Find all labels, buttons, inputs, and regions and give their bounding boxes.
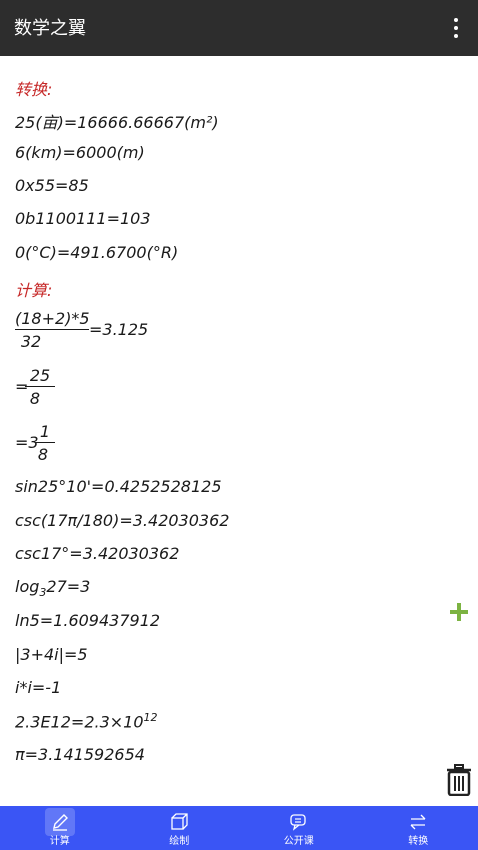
app-bar: 数学之翼 bbox=[0, 0, 478, 56]
trash-icon[interactable] bbox=[446, 764, 472, 796]
pencil-icon bbox=[52, 814, 68, 831]
numerator: 25 bbox=[29, 366, 51, 385]
result-line[interactable]: csc17°=3.42030362 bbox=[15, 544, 179, 563]
sci-exponent: 12 bbox=[143, 711, 158, 724]
result-line[interactable]: ln5=1.609437912 bbox=[15, 611, 160, 630]
result-line[interactable]: 0x55=85 bbox=[15, 176, 89, 195]
sci-prefix: 2.3E12=2.3×10 bbox=[15, 712, 144, 732]
tab-label: 转换 bbox=[408, 836, 429, 847]
swap-icon bbox=[410, 814, 426, 830]
log-prefix: log bbox=[15, 577, 40, 596]
tab-convert[interactable]: 转换 bbox=[359, 806, 478, 850]
numerator: 1 bbox=[39, 422, 51, 441]
app-title: 数学之翼 bbox=[14, 18, 86, 38]
result-line[interactable]: 0b1100111=103 bbox=[15, 209, 151, 228]
result-line[interactable]: π=3.141592654 bbox=[15, 745, 145, 764]
chat-icon bbox=[290, 814, 306, 831]
denominator: 8 bbox=[37, 445, 49, 464]
mixed-fraction-result[interactable]: =3 1 8 bbox=[15, 422, 75, 464]
log-suffix: 27=3 bbox=[46, 577, 91, 596]
fraction-value: =3.125 bbox=[89, 320, 149, 339]
convert-heading: 转换: bbox=[15, 80, 53, 99]
cube-icon bbox=[171, 813, 188, 830]
result-list[interactable]: 转换: 25(亩)=16666.66667(m²) 6(km)=6000(m) … bbox=[0, 56, 478, 806]
result-line[interactable]: 25(亩)=16666.66667(m²) bbox=[15, 109, 219, 133]
result-line[interactable]: 2.3E12=2.3×1012 bbox=[15, 711, 158, 731]
result-line[interactable]: |3+4i|=5 bbox=[15, 645, 88, 664]
add-icon[interactable] bbox=[450, 603, 468, 621]
tab-draw[interactable]: 绘制 bbox=[120, 806, 240, 850]
result-line[interactable]: 0(°C)=491.6700(°R) bbox=[15, 243, 178, 262]
calc-heading: 计算: bbox=[15, 281, 53, 300]
result-line[interactable]: log327=3 bbox=[15, 577, 90, 599]
result-line[interactable]: 6(km)=6000(m) bbox=[15, 143, 145, 162]
result-line[interactable]: i*i=-1 bbox=[15, 678, 61, 697]
fraction-result[interactable]: (18+2)*5 32 =3.125 bbox=[15, 309, 149, 351]
fraction-bar bbox=[15, 329, 89, 330]
fraction-result[interactable]: = 25 8 bbox=[15, 366, 75, 408]
fraction-bar bbox=[35, 442, 55, 443]
bottom-nav: 计算 绘制 公开课 转换 bbox=[0, 806, 478, 850]
tab-label: 计算 bbox=[49, 836, 70, 847]
tab-calculate[interactable]: 计算 bbox=[0, 806, 120, 850]
numerator: (18+2)*5 bbox=[15, 309, 90, 328]
fraction-bar bbox=[25, 386, 55, 387]
tab-label: 绘制 bbox=[169, 836, 190, 847]
result-line[interactable]: csc(17π/180)=3.42030362 bbox=[15, 511, 229, 530]
more-menu-icon[interactable] bbox=[446, 18, 466, 38]
denominator: 32 bbox=[20, 332, 42, 351]
denominator: 8 bbox=[29, 389, 41, 408]
tab-open-class[interactable]: 公开课 bbox=[239, 806, 359, 850]
tab-label: 公开课 bbox=[283, 836, 314, 847]
result-line[interactable]: sin25°10'=0.4252528125 bbox=[15, 477, 222, 496]
